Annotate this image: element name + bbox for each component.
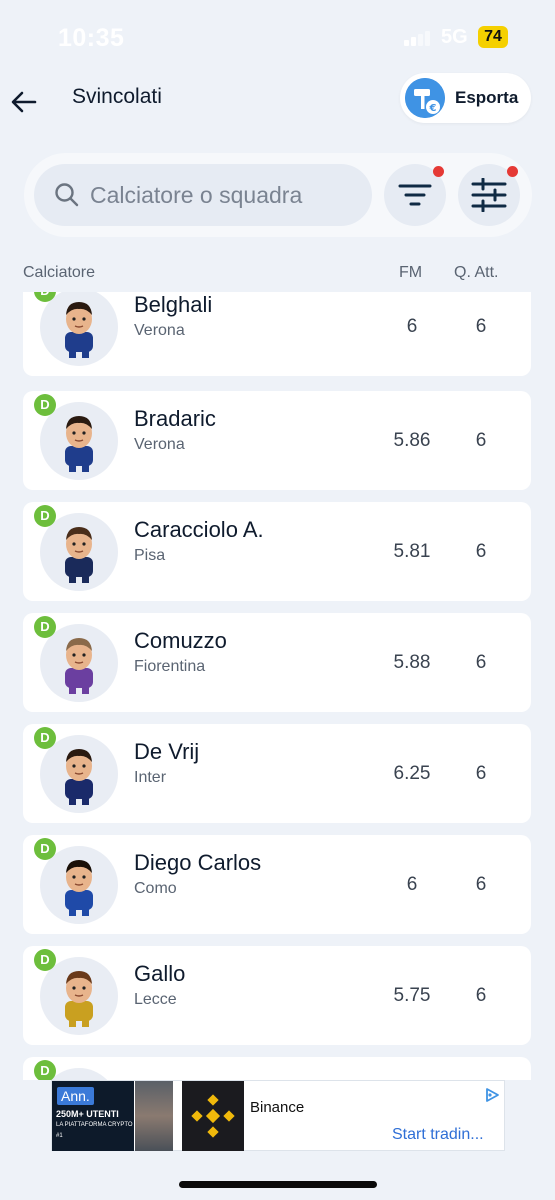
player-qatt: 6 [475, 541, 487, 562]
settings-button[interactable] [458, 164, 520, 226]
role-badge: D [34, 394, 56, 416]
settings-active-dot [507, 166, 518, 177]
player-row[interactable]: D De Vrij Inter 6.25 6 [23, 724, 531, 823]
player-fm: 6 [406, 874, 418, 895]
player-avatar: D [34, 1060, 118, 1080]
status-time: 10:35 [58, 24, 125, 52]
arrow-left-icon [11, 91, 37, 113]
player-name: Caracciolo A. [134, 517, 264, 542]
player-fm: 5.86 [393, 430, 431, 451]
player-qatt: 6 [475, 874, 487, 895]
player-fm: 5.81 [393, 541, 431, 562]
player-fm: 5.88 [393, 652, 431, 673]
filter-button[interactable] [384, 164, 446, 226]
player-row[interactable]: D Bradaric Verona 5.86 6 [23, 391, 531, 490]
player-row[interactable]: D Diego Carlos Como 6 6 [23, 835, 531, 934]
player-qatt: 6 [475, 985, 487, 1006]
search-input[interactable] [90, 181, 360, 209]
player-name: Belghali [134, 292, 213, 317]
role-badge: D [34, 949, 56, 971]
role-badge: D [34, 838, 56, 860]
filter-active-dot [433, 166, 444, 177]
ad-brand: Binance [250, 1099, 305, 1116]
player-fm: 5.75 [393, 985, 431, 1006]
player-row[interactable]: D Gallo Lecce 5.75 6 [23, 946, 531, 1045]
player-name: Comuzzo [134, 628, 227, 653]
home-indicator[interactable] [179, 1181, 377, 1188]
player-team: Verona [134, 436, 185, 453]
player-fm: 6.25 [393, 763, 431, 784]
player-qatt: 6 [475, 430, 487, 451]
player-avatar: D [34, 838, 118, 924]
adchoices-icon[interactable] [484, 1087, 500, 1103]
svg-text:€: € [429, 103, 437, 114]
player-row[interactable]: D Caracciolo A. Pisa 5.81 6 [23, 502, 531, 601]
column-header-fm[interactable]: FM [399, 264, 422, 282]
ad-cta-link[interactable]: Start tradin... [392, 1126, 484, 1144]
search-field[interactable] [34, 164, 372, 226]
player-avatar: D [34, 505, 118, 591]
player-row[interactable]: D [23, 1057, 531, 1080]
player-name: Bradaric [134, 406, 216, 431]
filter-icon [398, 184, 432, 206]
player-team: Lecce [134, 991, 177, 1008]
player-fm: 6 [406, 316, 418, 337]
role-badge: D [34, 505, 56, 527]
player-qatt: 6 [475, 763, 487, 784]
export-button[interactable]: € Esporta [400, 73, 531, 123]
player-name: Gallo [134, 961, 186, 986]
player-team: Verona [134, 322, 185, 339]
sliders-icon [471, 178, 507, 212]
binance-logo-icon [182, 1081, 244, 1151]
player-row[interactable]: D Comuzzo Fiorentina 5.88 6 [23, 613, 531, 712]
ad-promo-text: 250M+ UTENTI LA PIATTAFORMA CRYPTO #1 [56, 1109, 133, 1139]
player-team: Fiorentina [134, 658, 206, 675]
role-badge: D [34, 727, 56, 749]
player-qatt: 6 [475, 652, 487, 673]
player-team: Pisa [134, 547, 166, 564]
player-avatar: D [34, 616, 118, 702]
column-header-qatt[interactable]: Q. Att. [454, 264, 498, 282]
export-label: Esporta [455, 88, 519, 107]
player-name: De Vrij [134, 739, 200, 764]
ad-image-promo: Ann. 250M+ UTENTI LA PIATTAFORMA CRYPTO … [52, 1081, 134, 1151]
player-qatt: 6 [475, 316, 487, 337]
ad-badge: Ann. [57, 1087, 94, 1105]
player-row[interactable]: D Belghali Verona 6 6 [23, 292, 531, 376]
page-title: Svincolati [72, 85, 162, 108]
player-team: Como [134, 880, 177, 897]
player-avatar-icon [65, 302, 93, 358]
role-badge: D [34, 1060, 56, 1080]
export-logo-icon: € [405, 78, 445, 118]
player-team: Inter [134, 769, 167, 786]
back-button[interactable] [6, 84, 42, 120]
player-avatar: D [34, 292, 118, 366]
player-avatar: D [34, 394, 118, 480]
ad-banner[interactable]: Ann. 250M+ UTENTI LA PIATTAFORMA CRYPTO … [51, 1080, 505, 1151]
player-avatar: D [34, 727, 118, 813]
role-badge: D [34, 616, 56, 638]
player-name: Diego Carlos [134, 850, 262, 875]
column-header-player[interactable]: Calciatore [23, 264, 95, 282]
search-icon [55, 183, 79, 207]
player-list[interactable]: D Belghali Verona 6 6 D Bradaric Verona … [0, 292, 555, 1080]
status-bar: 10:35 5G 74 [0, 0, 555, 72]
ad-image-photo [135, 1081, 173, 1151]
signal-icon [404, 30, 430, 46]
network-label: 5G [441, 26, 468, 48]
battery-icon: 74 [478, 26, 508, 48]
player-avatar: D [34, 949, 118, 1035]
